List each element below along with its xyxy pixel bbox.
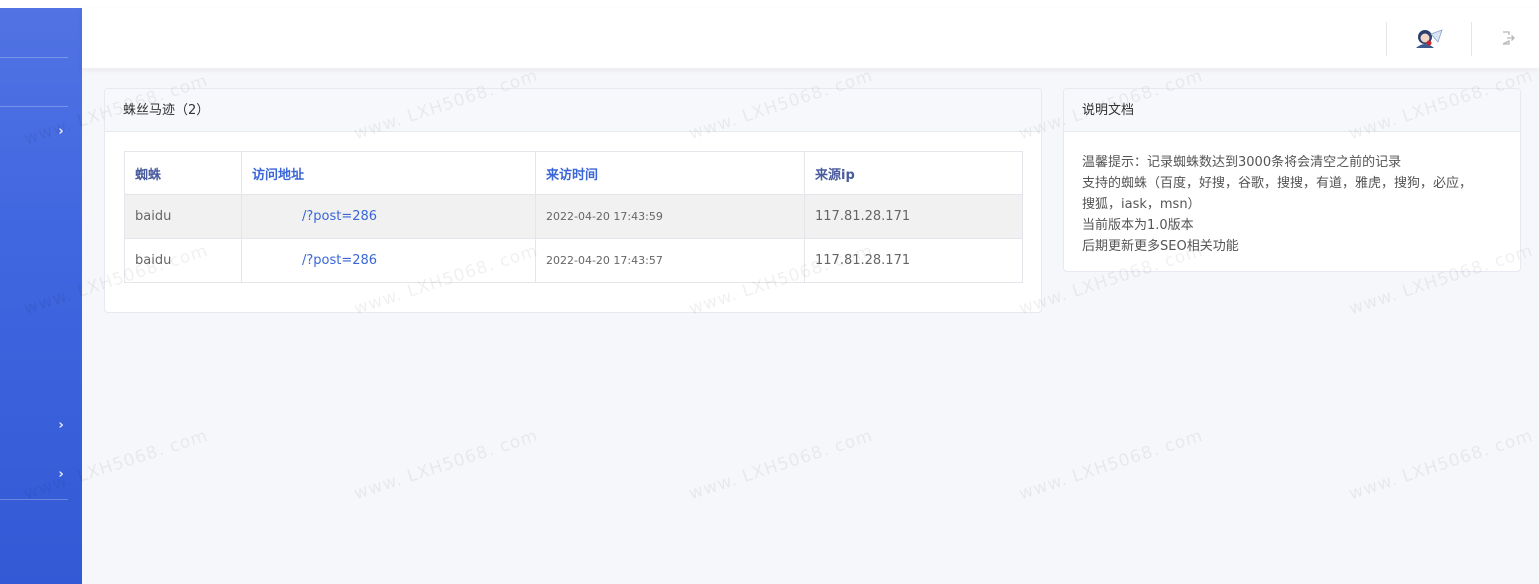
doc-panel: 说明文档 温馨提示：记录蜘蛛数达到3000条将会清空之前的记录 支持的蜘蛛（百度… bbox=[1063, 88, 1521, 272]
watermark: www. LXH5068. com bbox=[1346, 425, 1536, 505]
logout-icon[interactable] bbox=[1500, 30, 1516, 46]
chevron-right-icon[interactable]: › bbox=[55, 125, 67, 138]
header-separator bbox=[1386, 22, 1387, 56]
spider-log-panel: 蛛丝马迹（2） 蜘蛛 访问地址 来访时间 来源ip baidu /?post=2… bbox=[104, 88, 1042, 313]
watermark: www. LXH5068. com bbox=[686, 425, 876, 505]
cell-time: 2022-04-20 17:43:57 bbox=[535, 238, 805, 283]
table-header-row: 蜘蛛 访问地址 来访时间 来源ip bbox=[124, 151, 1023, 195]
cell-ip: 117.81.28.171 bbox=[804, 194, 1023, 239]
spider-table: 蜘蛛 访问地址 来访时间 来源ip baidu /?post=286 2022-… bbox=[124, 151, 1023, 283]
column-header-time[interactable]: 来访时间 bbox=[535, 151, 805, 195]
sidebar-divider bbox=[0, 499, 68, 500]
doc-line: 后期更新更多SEO相关功能 bbox=[1082, 239, 1239, 254]
header-separator bbox=[1471, 22, 1472, 56]
cell-spider: baidu bbox=[124, 238, 242, 283]
user-avatar-icon[interactable] bbox=[1414, 28, 1444, 50]
doc-line: 温馨提示：记录蜘蛛数达到3000条将会清空之前的记录 bbox=[1082, 155, 1402, 170]
url-link[interactable]: /?post=286 bbox=[302, 209, 377, 224]
top-strip bbox=[0, 0, 1539, 8]
doc-body: 温馨提示：记录蜘蛛数达到3000条将会清空之前的记录 支持的蜘蛛（百度，好搜，谷… bbox=[1064, 132, 1520, 257]
column-header-spider[interactable]: 蜘蛛 bbox=[124, 151, 242, 195]
sidebar: › › › bbox=[0, 8, 82, 584]
cell-spider: baidu bbox=[124, 194, 242, 239]
cell-url[interactable]: /?post=286 bbox=[241, 238, 536, 283]
cell-time: 2022-04-20 17:43:59 bbox=[535, 194, 805, 239]
column-header-url[interactable]: 访问地址 bbox=[241, 151, 536, 195]
doc-line: 搜狐，iask，msn） bbox=[1082, 197, 1201, 212]
doc-line: 支持的蜘蛛（百度，好搜，谷歌，搜搜，有道，雅虎，搜狗，必应， bbox=[1082, 176, 1473, 191]
table-row: baidu /?post=286 2022-04-20 17:43:59 117… bbox=[124, 194, 1023, 239]
chevron-right-icon[interactable]: › bbox=[55, 468, 67, 481]
cell-url[interactable]: /?post=286 bbox=[241, 194, 536, 239]
doc-line: 当前版本为1.0版本 bbox=[1082, 218, 1194, 233]
sidebar-divider bbox=[0, 106, 68, 107]
top-header bbox=[82, 8, 1539, 68]
url-link[interactable]: /?post=286 bbox=[302, 253, 377, 268]
watermark: www. LXH5068. com bbox=[351, 425, 541, 505]
table-row: baidu /?post=286 2022-04-20 17:43:57 117… bbox=[124, 238, 1023, 283]
cell-ip: 117.81.28.171 bbox=[804, 238, 1023, 283]
spider-panel-title: 蛛丝马迹（2） bbox=[105, 89, 1041, 132]
watermark: www. LXH5068. com bbox=[1016, 425, 1206, 505]
chevron-right-icon[interactable]: › bbox=[55, 419, 67, 432]
column-header-ip[interactable]: 来源ip bbox=[804, 151, 1023, 195]
doc-panel-title: 说明文档 bbox=[1064, 89, 1520, 132]
sidebar-divider bbox=[0, 57, 68, 58]
